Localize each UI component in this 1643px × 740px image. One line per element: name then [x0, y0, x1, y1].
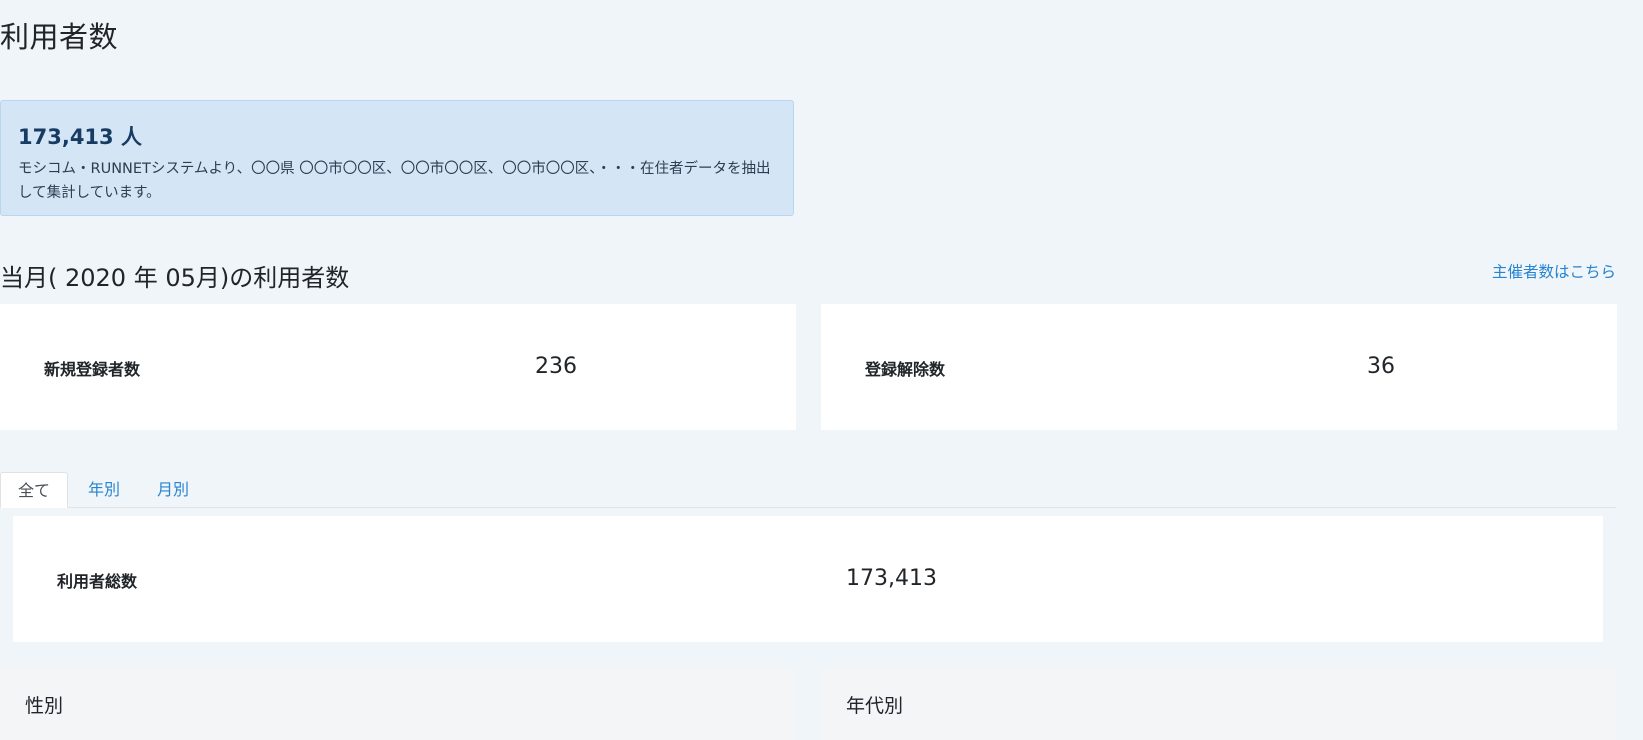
- current-month-title: 当月( 2020 年 05月)の利用者数: [0, 264, 350, 292]
- organizer-count-link[interactable]: 主催者数はこちら: [1492, 260, 1616, 282]
- cancellations-value: 36: [1367, 354, 1395, 379]
- new-registrations-card: 新規登録者数 236: [0, 304, 796, 430]
- summary-description: モシコム・RUNNETシステムより、〇〇県 〇〇市〇〇区、〇〇市〇〇区、〇〇市〇…: [18, 161, 771, 201]
- total-users-label: 利用者総数: [57, 572, 138, 591]
- page-title: 利用者数: [0, 20, 119, 54]
- new-registrations-value: 236: [535, 354, 577, 379]
- period-tabs: 全て 年別 月別: [0, 472, 1616, 508]
- age-panel-title: 年代別: [846, 695, 904, 717]
- cancellations-label: 登録解除数: [865, 360, 946, 379]
- tab-yearly[interactable]: 年別: [71, 472, 137, 507]
- new-registrations-label: 新規登録者数: [44, 360, 141, 379]
- gender-panel: 性別: [0, 668, 796, 740]
- total-users-value: 173,413: [846, 566, 937, 591]
- cancellations-card: 登録解除数 36: [821, 304, 1617, 430]
- total-users-card: 利用者総数 173,413: [13, 516, 1603, 642]
- summary-count: 173,413 人: [18, 125, 142, 149]
- gender-panel-title: 性別: [25, 695, 64, 717]
- summary-alert: 173,413 人 モシコム・RUNNETシステムより、〇〇県 〇〇市〇〇区、〇…: [0, 100, 794, 216]
- age-panel: 年代別: [821, 668, 1617, 740]
- tab-monthly[interactable]: 月別: [140, 472, 206, 507]
- tab-all[interactable]: 全て: [0, 472, 69, 508]
